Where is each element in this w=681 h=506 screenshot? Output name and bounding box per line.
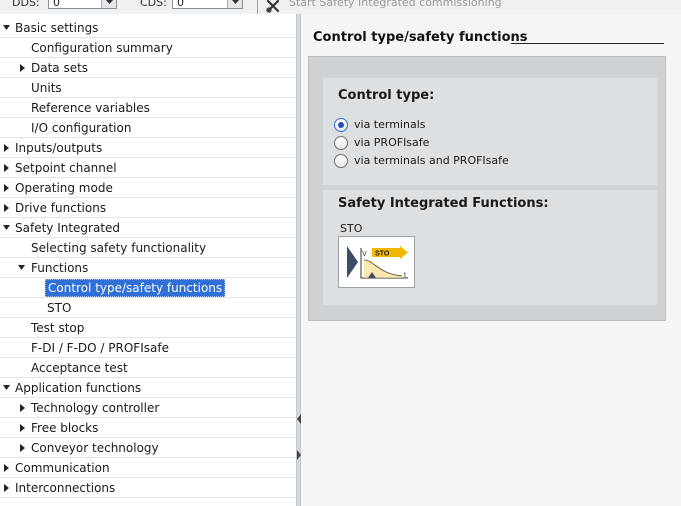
tree-item-fdi-fdo-profisafe[interactable]: F-DI / F-DO / PROFIsafe: [0, 338, 296, 358]
tree-item-label: Configuration summary: [31, 41, 173, 55]
tree-item-label: Selecting safety functionality: [31, 241, 207, 255]
chevron-right-icon[interactable]: [3, 464, 11, 472]
start-safety-commissioning-button[interactable]: Start Safety Integrated commissioning: [289, 0, 502, 9]
tree-item-data-sets[interactable]: Data sets: [0, 58, 296, 78]
tree-item-communication[interactable]: Communication: [0, 458, 296, 478]
tree-item-conveyor-technology[interactable]: Conveyor technology: [0, 438, 296, 458]
sto-axis-t: t: [404, 272, 406, 279]
tree-item-label: Setpoint channel: [15, 161, 117, 175]
page-title: Control type/safety functions: [313, 30, 528, 45]
tree-item-configuration-summary[interactable]: Configuration summary: [0, 38, 296, 58]
tree-item-label: Drive functions: [15, 201, 107, 215]
tree-item-label: Communication: [15, 461, 110, 475]
dds-label: DDS:: [12, 0, 40, 9]
tree-item-label: Data sets: [31, 61, 89, 75]
tree-item-functions[interactable]: Functions: [0, 258, 296, 278]
radio-button[interactable]: [334, 136, 348, 150]
radio-label: via terminals: [354, 118, 426, 131]
tree-item-safety-integrated[interactable]: Safety Integrated: [0, 218, 296, 238]
tree-item-label: Acceptance test: [31, 361, 128, 375]
chevron-right-icon[interactable]: [19, 64, 27, 72]
tree-item-label: Conveyor technology: [31, 441, 159, 455]
tree-item-label: STO: [47, 301, 72, 315]
tree-item-interconnections[interactable]: Interconnections: [0, 478, 296, 498]
chevron-down-icon[interactable]: [227, 0, 242, 8]
tree-item-label: Reference variables: [31, 101, 150, 115]
chevron-down-icon[interactable]: [3, 24, 11, 32]
navigation-tree: Basic settings Configuration summary Dat…: [0, 18, 296, 506]
tree-item-selecting-safety-functionality[interactable]: Selecting safety functionality: [0, 238, 296, 258]
safety-functions-section: Safety Integrated Functions: STO V t STO: [323, 190, 657, 305]
chevron-right-icon[interactable]: [3, 484, 11, 492]
tree-item-label: Interconnections: [15, 481, 116, 495]
chevron-down-icon[interactable]: [3, 224, 11, 232]
cds-value: 0: [177, 0, 184, 9]
chevron-right-icon[interactable]: [3, 204, 11, 212]
control-type-title: Control type:: [338, 88, 435, 103]
tree-item-label: Technology controller: [31, 401, 160, 415]
content-panel: Control type/safety functions Control ty…: [301, 14, 681, 506]
tree-item-label: Safety Integrated: [15, 221, 121, 235]
tree-item-drive-functions[interactable]: Drive functions: [0, 198, 296, 218]
tree-item-label: I/O configuration: [31, 121, 132, 135]
chevron-down-icon[interactable]: [101, 0, 116, 8]
tree-item-sto[interactable]: STO: [0, 298, 296, 318]
tree-item-units[interactable]: Units: [0, 78, 296, 98]
chevron-right-icon[interactable]: [3, 184, 11, 192]
tree-item-label: Free blocks: [31, 421, 99, 435]
dds-value: 0: [53, 0, 60, 9]
tree-item-label: Functions: [31, 261, 89, 275]
tree-item-label: Units: [31, 81, 62, 95]
sto-icon-text: STO: [375, 251, 390, 258]
tree-item-inputs-outputs[interactable]: Inputs/outputs: [0, 138, 296, 158]
tree-item-technology-controller[interactable]: Technology controller: [0, 398, 296, 418]
tree-item-acceptance-test[interactable]: Acceptance test: [0, 358, 296, 378]
radio-button-checked[interactable]: [334, 118, 348, 132]
tree-item-label: Inputs/outputs: [15, 141, 103, 155]
chevron-right-icon[interactable]: [19, 404, 27, 412]
tree-item-label-selected: Control type/safety functions: [45, 279, 226, 297]
cds-select[interactable]: 0: [172, 0, 243, 9]
tree-item-io-configuration[interactable]: I/O configuration: [0, 118, 296, 138]
title-underline: [511, 43, 664, 44]
control-type-section: Control type: via terminals via PROFIsaf…: [323, 78, 657, 185]
sto-function-icon: V t STO: [342, 240, 412, 285]
chevron-right-icon[interactable]: [19, 444, 27, 452]
tree-item-basic-settings[interactable]: Basic settings: [0, 18, 296, 38]
sto-axis-v: V: [362, 251, 367, 258]
chevron-right-icon[interactable]: [19, 424, 27, 432]
radio-label: via PROFIsafe: [354, 136, 430, 149]
tree-item-operating-mode[interactable]: Operating mode: [0, 178, 296, 198]
toolbar: DDS: 0 CDS: 0 Start Safety Integrated co…: [0, 0, 681, 14]
tree-item-application-functions[interactable]: Application functions: [0, 378, 296, 398]
chevron-down-icon[interactable]: [18, 264, 26, 272]
tree-item-reference-variables[interactable]: Reference variables: [0, 98, 296, 118]
tree-item-label: F-DI / F-DO / PROFIsafe: [31, 341, 169, 355]
tree-item-label: Basic settings: [15, 21, 99, 35]
safety-functions-title: Safety Integrated Functions:: [338, 196, 549, 211]
cds-label: CDS:: [140, 0, 167, 9]
sto-label: STO: [340, 222, 363, 235]
chevron-down-icon[interactable]: [3, 384, 11, 392]
chevron-right-icon[interactable]: [3, 144, 11, 152]
tree-item-label: Application functions: [15, 381, 142, 395]
tree-item-label: Test stop: [31, 321, 85, 335]
tree-item-free-blocks[interactable]: Free blocks: [0, 418, 296, 438]
toolbar-separator: [257, 0, 258, 14]
dds-select[interactable]: 0: [48, 0, 117, 9]
chevron-right-icon[interactable]: [3, 164, 11, 172]
tree-item-control-type-safety-functions[interactable]: Control type/safety functions: [0, 278, 296, 298]
sto-function-button[interactable]: V t STO: [338, 236, 415, 288]
tree-item-label: Operating mode: [15, 181, 113, 195]
radio-label: via terminals and PROFIsafe: [354, 154, 509, 167]
tree-item-test-stop[interactable]: Test stop: [0, 318, 296, 338]
pliers-icon[interactable]: [266, 0, 280, 13]
radio-button[interactable]: [334, 154, 348, 168]
tree-item-setpoint-channel[interactable]: Setpoint channel: [0, 158, 296, 178]
